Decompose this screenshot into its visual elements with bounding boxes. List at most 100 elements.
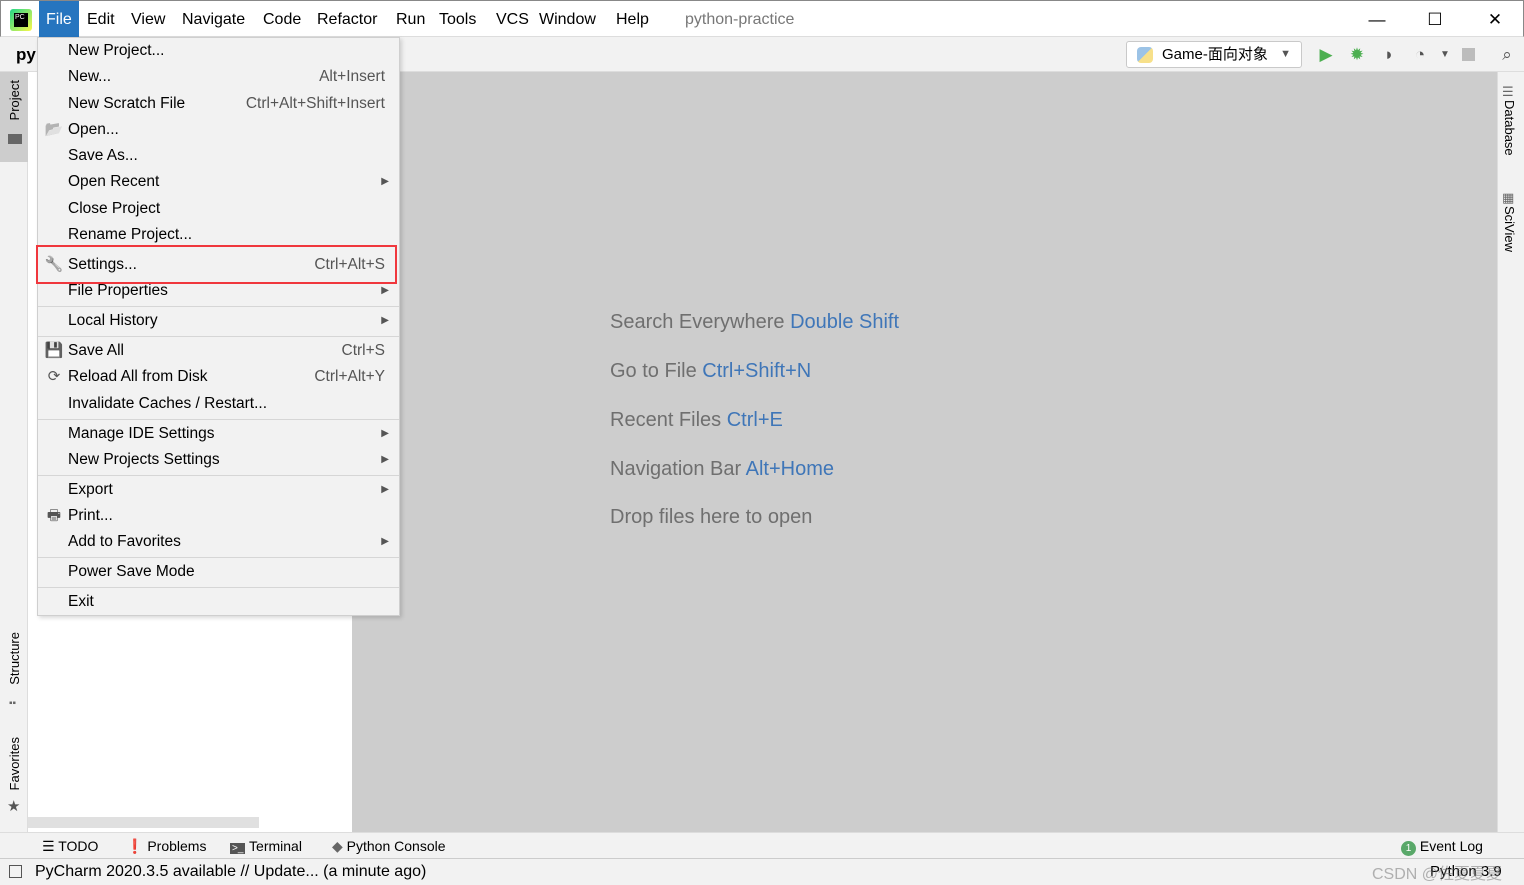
todo-label: TODO: [58, 838, 99, 854]
menu-item-new-scratch-file[interactable]: New Scratch File Ctrl+Alt+Shift+Insert: [38, 91, 399, 117]
profile-icon[interactable]: ◔: [1409, 44, 1431, 66]
minimize-button[interactable]: —: [1354, 1, 1400, 38]
menu-separator: [38, 557, 399, 558]
menu-window[interactable]: Window: [532, 1, 603, 38]
sciview-tab[interactable]: ▦ SciView: [1502, 190, 1517, 256]
menu-item-invalidate-caches-restart[interactable]: Invalidate Caches / Restart...: [38, 391, 399, 417]
menu-item-label: Local History: [68, 312, 158, 329]
menu-item-shortcut: Ctrl+Alt+Shift+Insert: [245, 95, 385, 112]
status-toggle-icon[interactable]: [9, 865, 22, 878]
todo-tab[interactable]: ☰ TODO: [42, 838, 98, 855]
python-console-label: Python Console: [346, 838, 446, 854]
status-message[interactable]: PyCharm 2020.3.5 available // Update... …: [35, 863, 426, 881]
submenu-arrow-icon: ▶: [381, 484, 389, 495]
menu-item-label: Open Recent: [68, 173, 160, 190]
menu-item-label: New Scratch File: [68, 95, 186, 112]
hint-drop-files: Drop files here to open: [610, 506, 813, 528]
menu-item-new-project[interactable]: New Project...: [38, 38, 399, 64]
favorites-tab-label: Favorites: [7, 737, 22, 791]
save-icon: 💾: [44, 342, 64, 359]
menu-item-export[interactable]: Export ▶: [38, 477, 399, 503]
menu-item-open[interactable]: 📂 Open...: [38, 117, 399, 143]
hint-recent-files: Recent Files Ctrl+E: [610, 409, 783, 431]
terminal-label: Terminal: [249, 838, 302, 854]
menu-view[interactable]: View: [124, 1, 172, 38]
folder-icon: 📂: [44, 121, 64, 138]
submenu-arrow-icon: ▶: [381, 536, 389, 547]
breadcrumb[interactable]: py: [16, 45, 36, 65]
structure-tab[interactable]: Structure ▪▪: [0, 632, 28, 717]
menu-separator: [38, 475, 399, 476]
menu-separator: [38, 587, 399, 588]
search-icon[interactable]: ⌕: [1496, 44, 1518, 66]
menu-item-local-history[interactable]: Local History ▶: [38, 308, 399, 334]
menu-item-label: Power Save Mode: [68, 563, 195, 580]
pycharm-logo-icon: PC: [10, 9, 32, 31]
sciview-tab-label: SciView: [1502, 206, 1517, 253]
menu-item-label: Exit: [68, 593, 94, 610]
file-menu: New Project... New... Alt+Insert New Scratc…: [37, 37, 400, 616]
menu-separator: [38, 306, 399, 307]
left-tool-stripe: Project Structure ▪▪ Favorites ★: [0, 72, 28, 832]
problems-tab[interactable]: ❗ Problems: [126, 838, 206, 855]
menu-run[interactable]: Run: [389, 1, 432, 38]
debug-icon[interactable]: ✹: [1346, 44, 1368, 66]
maximize-button[interactable]: ☐: [1412, 1, 1458, 38]
menu-edit[interactable]: Edit: [80, 1, 122, 38]
hint-go-to-file: Go to File Ctrl+Shift+N: [610, 360, 812, 382]
problems-icon: ❗: [126, 838, 144, 854]
run-config-label: Game-面向对象: [1162, 46, 1268, 63]
database-tab[interactable]: ☰ Database: [1502, 84, 1517, 160]
menu-item-reload-all-from-disk[interactable]: ⟳ Reload All from Disk Ctrl+Alt+Y: [38, 364, 399, 390]
run-icon[interactable]: ▶: [1315, 44, 1337, 66]
menu-item-label: Print...: [68, 507, 113, 524]
editor-empty-area: [352, 72, 1497, 832]
menu-item-new-projects-settings[interactable]: New Projects Settings ▶: [38, 447, 399, 473]
menu-item-label: New...: [68, 68, 112, 85]
menu-item-save-as[interactable]: Save As...: [38, 143, 399, 169]
menu-item-close-project[interactable]: Close Project: [38, 196, 399, 222]
database-icon: ☰: [1502, 84, 1514, 99]
terminal-tab[interactable]: >_ Terminal: [230, 838, 302, 854]
stop-icon[interactable]: [1462, 48, 1475, 61]
folder-icon: [8, 134, 22, 144]
menu-file[interactable]: File: [39, 1, 79, 38]
watermark: CSDN @佐夏夏夏: [1372, 866, 1503, 883]
menu-item-open-recent[interactable]: Open Recent ▶: [38, 169, 399, 195]
menu-tools[interactable]: Tools: [432, 1, 483, 38]
close-button[interactable]: ✕: [1472, 1, 1518, 38]
coverage-icon[interactable]: ◗: [1378, 44, 1400, 66]
profile-dropdown-icon[interactable]: ▼: [1434, 44, 1456, 66]
menu-item-label: Save As...: [68, 147, 138, 164]
menu-navigate[interactable]: Navigate: [175, 1, 252, 38]
horizontal-scrollbar[interactable]: [28, 817, 259, 828]
menu-separator: [38, 336, 399, 337]
submenu-arrow-icon: ▶: [381, 176, 389, 187]
list-icon: ☰: [42, 838, 55, 854]
menu-refactor[interactable]: Refactor: [310, 1, 384, 38]
menu-item-shortcut: Ctrl+S: [341, 342, 386, 359]
run-config-dropdown[interactable]: Game-面向对象 ▼: [1126, 41, 1302, 68]
menu-separator: [38, 419, 399, 420]
bottom-tool-bar: ☰ TODO ❗ Problems >_ Terminal ◆ Python C…: [0, 832, 1524, 858]
menu-code[interactable]: Code: [256, 1, 308, 38]
terminal-icon: >_: [230, 843, 246, 854]
window-title: python-practice: [685, 11, 795, 28]
event-log-label: Event Log: [1419, 838, 1483, 854]
menu-item-exit[interactable]: Exit: [38, 589, 399, 615]
structure-tab-label: Structure: [7, 632, 22, 685]
project-tab[interactable]: Project: [0, 72, 28, 162]
python-icon: [1137, 47, 1153, 63]
menu-item-add-to-favorites[interactable]: Add to Favorites ▶: [38, 529, 399, 555]
hint-search-everywhere: Search Everywhere Double Shift: [610, 311, 900, 333]
menu-item-power-save-mode[interactable]: Power Save Mode: [38, 559, 399, 585]
menu-item-save-all[interactable]: 💾 Save All Ctrl+S: [38, 338, 399, 364]
menu-item-manage-ide-settings[interactable]: Manage IDE Settings ▶: [38, 421, 399, 447]
menu-item-new[interactable]: New... Alt+Insert: [38, 64, 399, 90]
event-log-tab[interactable]: 1 Event Log: [1401, 838, 1483, 856]
menu-vcs[interactable]: VCS: [489, 1, 536, 38]
favorites-tab[interactable]: Favorites ★: [0, 737, 28, 822]
menu-item-print[interactable]: 🖶 Print...: [38, 503, 399, 529]
menu-help[interactable]: Help: [609, 1, 656, 38]
python-console-tab[interactable]: ◆ Python Console: [332, 838, 446, 855]
